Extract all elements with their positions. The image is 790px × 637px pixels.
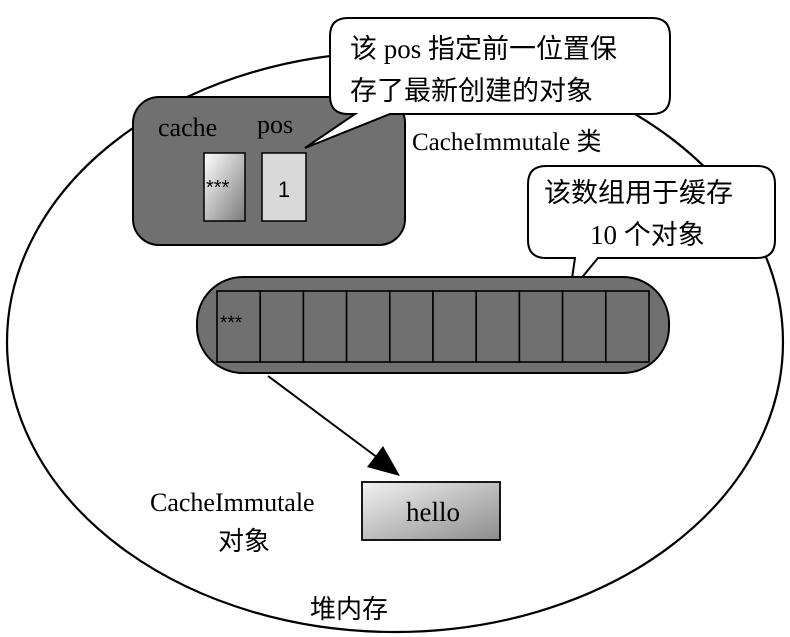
array-cell bbox=[604, 290, 650, 363]
heap-diagram: cache pos *** 1 CacheImmutale 类 该 pos 指定… bbox=[5, 17, 785, 634]
array-cell bbox=[259, 290, 305, 363]
array-cell bbox=[302, 290, 348, 363]
object-label-line1: CacheImmutale bbox=[150, 488, 315, 517]
array-cell bbox=[345, 290, 391, 363]
cache-field-value: *** bbox=[206, 177, 230, 199]
array-first-cell-value: *** bbox=[220, 313, 243, 334]
pos-field-label: pos bbox=[257, 110, 293, 139]
array-cell bbox=[561, 290, 607, 363]
array-callout-line2: 10 个对象 bbox=[590, 220, 705, 250]
array-cell bbox=[475, 290, 521, 363]
cache-field-label: cache bbox=[158, 113, 217, 142]
object-label-line2: 对象 bbox=[218, 527, 270, 556]
class-label: CacheImmutale 类 bbox=[412, 128, 602, 156]
array-cell bbox=[518, 290, 564, 363]
pos-callout-line2: 存了最新创建的对象 bbox=[350, 76, 593, 106]
array-cell bbox=[432, 290, 478, 363]
heap-label: 堆内存 bbox=[310, 595, 388, 624]
pos-field-value: 1 bbox=[278, 177, 290, 202]
array-callout-line1: 该数组用于缓存 bbox=[544, 178, 733, 208]
array-cells bbox=[216, 290, 650, 363]
hello-object-value: hello bbox=[406, 497, 460, 527]
array-cell bbox=[388, 290, 434, 363]
pos-callout-line1: 该 pos 指定前一位置保 bbox=[350, 34, 617, 64]
